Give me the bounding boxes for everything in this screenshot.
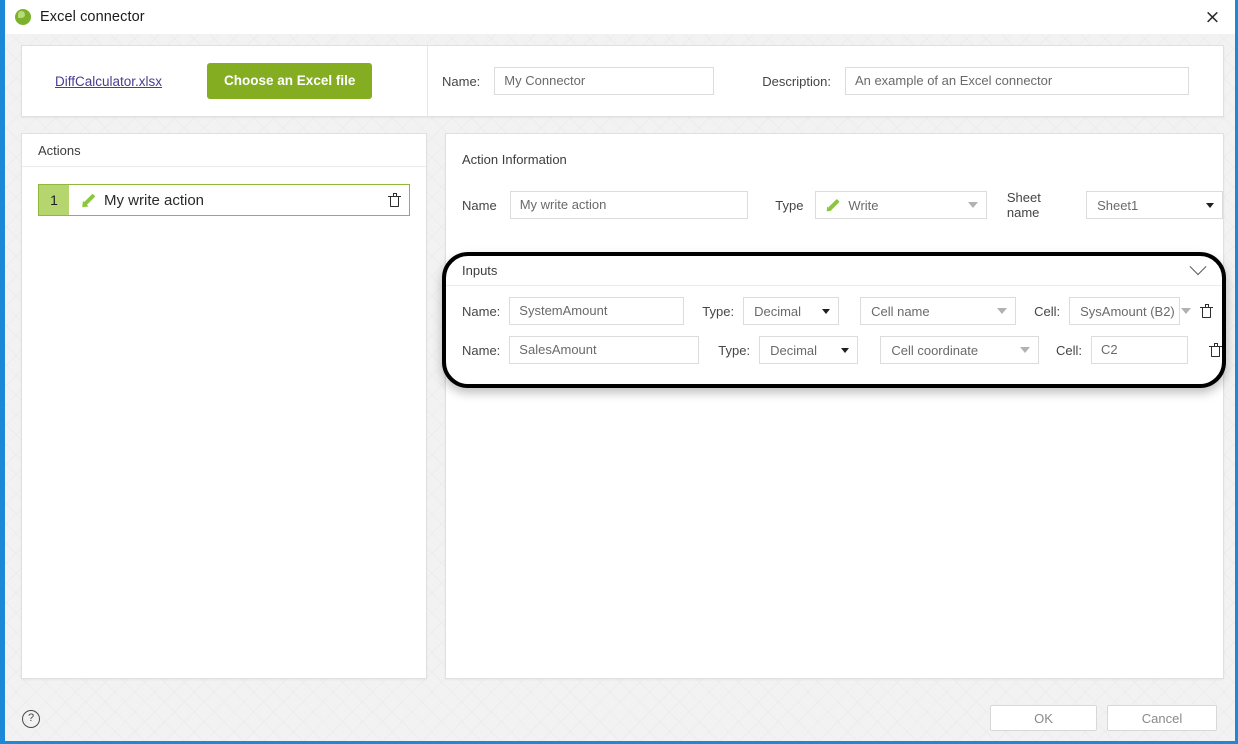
cancel-button[interactable]: Cancel — [1107, 705, 1217, 731]
inputs-title: Inputs — [462, 263, 498, 278]
input-cell-field[interactable] — [1091, 336, 1188, 364]
window-title: Excel connector — [40, 9, 145, 25]
action-name-label: Name — [462, 197, 497, 213]
action-information-title: Action Information — [462, 152, 567, 167]
chevron-down-icon[interactable] — [1189, 257, 1207, 275]
ok-button[interactable]: OK — [990, 705, 1097, 731]
action-type-select[interactable]: Write — [815, 191, 987, 219]
input-mode-select[interactable]: Cell name — [860, 297, 1017, 325]
input-type-value: Decimal — [770, 342, 818, 358]
chevron-down-icon — [822, 308, 831, 314]
input-type-select[interactable]: Decimal — [743, 297, 840, 325]
excel-connector-window: Excel connector × DiffCalculator.xlsx Ch… — [0, 0, 1238, 744]
choose-excel-file-button[interactable]: Choose an Excel file — [207, 63, 373, 99]
chevron-down-icon — [967, 202, 978, 208]
file-and-meta-bar: DiffCalculator.xlsx Choose an Excel file… — [21, 45, 1224, 117]
input-type-value: Decimal — [754, 303, 802, 319]
action-type-value: Write — [848, 197, 879, 213]
connector-meta-zone: Name: Description: — [428, 46, 1223, 116]
input-type-label: Type: — [702, 303, 735, 319]
input-cell-select[interactable]: SysAmount (B2) — [1069, 297, 1191, 325]
action-information-row: Name Type Write Sheet name Sheet1 — [462, 190, 1223, 220]
input-name-field[interactable] — [509, 336, 700, 364]
help-icon[interactable]: ? — [22, 710, 40, 728]
chevron-down-icon — [1019, 347, 1030, 353]
title-bar: Excel connector × — [5, 0, 1235, 34]
trash-icon[interactable] — [1200, 303, 1214, 319]
connector-name-label: Name: — [442, 73, 481, 89]
connector-description-label: Description: — [762, 73, 831, 89]
actions-panel-header: Actions — [22, 134, 426, 167]
sheet-name-select[interactable]: Sheet1 — [1086, 191, 1223, 219]
input-name-label: Name: — [462, 342, 501, 358]
input-type-label: Type: — [718, 342, 751, 358]
input-cell-value: SysAmount (B2) — [1080, 303, 1175, 319]
actions-panel: Actions 1 My write action — [21, 133, 427, 679]
pencil-icon — [81, 193, 95, 207]
action-details-panel: Action Information Name Type Write Sheet… — [445, 133, 1224, 679]
input-name-field[interactable] — [509, 297, 685, 325]
trash-icon[interactable] — [388, 192, 401, 208]
pencil-icon — [826, 198, 840, 212]
input-cell-label: Cell: — [1034, 303, 1061, 319]
inputs-header: Inputs — [446, 256, 1222, 286]
chevron-down-icon — [1206, 202, 1214, 208]
sheet-name-value: Sheet1 — [1097, 197, 1139, 213]
input-row: Name: Type: Decimal Cell name Cell: SysA… — [446, 297, 1222, 325]
inputs-section-highlight: Inputs Name: Type: Decimal Cell name Cel… — [442, 252, 1226, 388]
input-cell-label: Cell: — [1055, 342, 1082, 358]
sheet-name-label: Sheet name — [1006, 190, 1041, 220]
connector-name-input[interactable] — [494, 67, 715, 95]
chevron-down-icon — [841, 347, 850, 353]
input-mode-select[interactable]: Cell coordinate — [880, 336, 1039, 364]
trash-icon[interactable] — [1209, 342, 1222, 358]
action-index: 1 — [39, 185, 69, 215]
chevron-down-icon — [1180, 308, 1191, 314]
input-mode-value: Cell name — [871, 303, 930, 319]
action-list-item[interactable]: 1 My write action — [38, 184, 410, 216]
close-icon[interactable]: × — [1190, 0, 1235, 34]
action-item-body[interactable]: My write action — [69, 185, 409, 215]
action-item-label: My write action — [104, 191, 205, 209]
action-name-input[interactable] — [509, 191, 749, 219]
input-row: Name: Type: Decimal Cell coordinate Cell… — [446, 336, 1222, 364]
input-mode-value: Cell coordinate — [891, 342, 979, 358]
input-type-select[interactable]: Decimal — [759, 336, 859, 364]
chevron-down-icon — [997, 308, 1008, 314]
connector-description-input[interactable] — [844, 67, 1189, 95]
action-type-label: Type — [775, 197, 804, 213]
excel-connector-icon — [15, 9, 31, 25]
file-zone: DiffCalculator.xlsx Choose an Excel file — [22, 46, 428, 116]
input-name-label: Name: — [462, 303, 501, 319]
selected-file-link[interactable]: DiffCalculator.xlsx — [55, 74, 162, 89]
